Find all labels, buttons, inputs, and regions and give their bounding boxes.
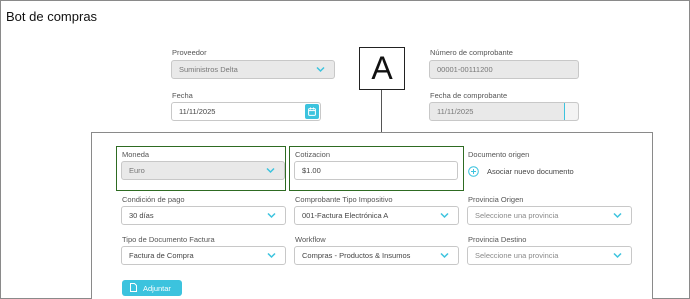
comprobante-tipo-value: 001-Factura Electrónica A — [302, 211, 389, 220]
workflow-label: Workflow — [295, 235, 326, 244]
provincia-destino-placeholder: Seleccione una provincia — [475, 251, 559, 260]
chevron-down-icon — [267, 212, 276, 219]
calendar-icon — [308, 107, 316, 116]
fecha-value: 11/11/2025 — [179, 107, 216, 116]
callout-a: A — [359, 47, 405, 90]
tipo-documento-select[interactable]: Factura de Compra — [121, 246, 286, 265]
fecha-comprobante-label: Fecha de comprobante — [430, 91, 508, 100]
chevron-down-icon — [440, 212, 449, 219]
moneda-label: Moneda — [122, 150, 150, 159]
comprobante-tipo-label: Comprobante Tipo Impositivo — [295, 195, 393, 204]
calendar-button[interactable] — [305, 104, 319, 119]
numero-comprobante-label: Número de comprobante — [430, 48, 513, 57]
workflow-value: Compras - Productos & Insumos — [302, 251, 411, 260]
chevron-down-icon — [316, 66, 325, 73]
adjuntar-label: Adjuntar — [143, 283, 171, 293]
plus-circle-icon[interactable] — [468, 166, 479, 177]
workflow-select[interactable]: Compras - Productos & Insumos — [294, 246, 459, 265]
asociar-documento-link[interactable]: Asociar nuevo documento — [487, 167, 574, 176]
proveedor-value: Suministros Delta — [179, 65, 238, 74]
calendar-icon — [564, 103, 578, 120]
proveedor-select[interactable]: Suministros Delta — [171, 60, 335, 79]
fecha-comprobante-field[interactable]: 11/11/2025 — [429, 102, 579, 121]
chevron-down-icon — [613, 212, 622, 219]
page-title: Bot de compras — [6, 9, 98, 24]
chevron-down-icon — [266, 167, 275, 174]
cotizacion-label: Cotizacion — [295, 150, 331, 159]
callout-connector — [381, 90, 382, 132]
fecha-field[interactable]: 11/11/2025 — [171, 102, 321, 121]
documento-origen-label: Documento origen — [468, 150, 530, 159]
tipo-documento-label: Tipo de Documento Factura — [122, 235, 215, 244]
fecha-label: Fecha — [172, 91, 193, 100]
numero-comprobante-value: 00001-00111200 — [437, 65, 493, 74]
provincia-origen-select[interactable]: Seleccione una provincia — [467, 206, 632, 225]
provincia-origen-label: Provincia Origen — [468, 195, 524, 204]
fecha-comprobante-value: 11/11/2025 — [437, 107, 474, 116]
condicion-pago-select[interactable]: 30 días — [121, 206, 286, 225]
provincia-destino-select[interactable]: Seleccione una provincia — [467, 246, 632, 265]
moneda-value: Euro — [129, 166, 145, 175]
tipo-documento-value: Factura de Compra — [129, 251, 194, 260]
proveedor-label: Proveedor — [172, 48, 207, 57]
condicion-pago-label: Condición de pago — [122, 195, 185, 204]
cotizacion-value: $1.00 — [302, 166, 321, 175]
cotizacion-input[interactable]: $1.00 — [294, 161, 458, 180]
chevron-down-icon — [613, 252, 622, 259]
moneda-select[interactable]: Euro — [121, 161, 285, 180]
provincia-destino-label: Provincia Destino — [468, 235, 527, 244]
numero-comprobante-field[interactable]: 00001-00111200 — [429, 60, 579, 79]
chevron-down-icon — [440, 252, 449, 259]
adjuntar-button[interactable]: Adjuntar — [122, 280, 182, 296]
chevron-down-icon — [267, 252, 276, 259]
condicion-pago-value: 30 días — [129, 211, 154, 220]
document-icon — [130, 282, 137, 294]
comprobante-tipo-select[interactable]: 001-Factura Electrónica A — [294, 206, 459, 225]
provincia-origen-placeholder: Seleccione una provincia — [475, 211, 559, 220]
